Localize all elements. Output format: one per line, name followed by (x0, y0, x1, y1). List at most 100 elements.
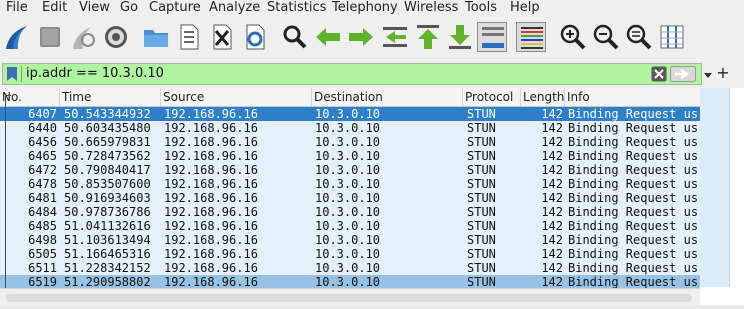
go-back-icon[interactable] (313, 22, 343, 52)
menu-help[interactable]: Help (510, 0, 540, 17)
restart-icon[interactable] (69, 22, 99, 52)
zoom-out-icon[interactable] (591, 22, 621, 52)
cell-protocol: STUN (467, 149, 496, 163)
menu-bar: File Edit View Go Capture Analyze Statis… (0, 0, 744, 17)
menu-capture[interactable]: Capture (149, 0, 201, 17)
menu-edit[interactable]: Edit (42, 0, 67, 17)
cell-time: 50.665979831 (64, 135, 151, 149)
cell-info: Binding Request us (568, 149, 699, 163)
menu-go[interactable]: Go (120, 0, 138, 17)
reload-icon[interactable] (240, 22, 270, 52)
options-gear-icon[interactable] (101, 22, 131, 52)
cell-time: 50.853507600 (64, 177, 151, 191)
cell-length: 142 (541, 205, 563, 219)
column-header-info[interactable]: Info (565, 88, 700, 106)
column-header-length[interactable]: Length (521, 88, 565, 106)
column-header-destination[interactable]: Destination (312, 88, 463, 106)
display-filter-input[interactable]: ip.addr == 10.3.0.10 (2, 63, 702, 85)
cell-source: 192.168.96.16 (164, 107, 258, 121)
menu-view[interactable]: View (79, 0, 110, 17)
shark-fin-icon[interactable] (3, 22, 33, 52)
cell-length: 142 (541, 247, 563, 261)
first-packet-icon[interactable] (413, 22, 443, 52)
file-binary-icon[interactable] (174, 22, 204, 52)
stop-icon[interactable] (35, 22, 65, 52)
cell-source: 192.168.96.16 (164, 121, 258, 135)
packet-row[interactable]: 6498 51.103613494 192.168.96.16 10.3.0.10 ST… (0, 233, 700, 247)
menu-wireless[interactable]: Wireless (404, 0, 458, 17)
packet-minimap[interactable] (700, 88, 730, 287)
packet-row[interactable]: 6478 50.853507600 192.168.96.16 10.3.0.10 ST… (0, 177, 700, 191)
packet-row[interactable]: 6511 51.228342152 192.168.96.16 10.3.0.10 ST… (0, 261, 700, 275)
menu-tools[interactable]: Tools (465, 0, 497, 17)
cell-time: 51.228342152 (64, 261, 151, 275)
apply-filter-icon[interactable] (670, 66, 696, 82)
filter-history-chevron-down-icon[interactable] (703, 69, 713, 78)
cell-source: 192.168.96.16 (164, 219, 258, 233)
packet-row[interactable]: 6465 50.728473562 192.168.96.16 10.3.0.10 ST… (0, 149, 700, 163)
zoom-in-icon[interactable] (558, 22, 588, 52)
packet-row[interactable]: 6472 50.790840417 192.168.96.16 10.3.0.10 ST… (0, 163, 700, 177)
close-file-icon[interactable] (207, 22, 237, 52)
cell-source: 192.168.96.16 (164, 261, 258, 275)
filter-separator (21, 66, 22, 82)
conversation-bracket-icon (5, 95, 11, 290)
packet-row[interactable]: 6484 50.978736786 192.168.96.16 10.3.0.10 ST… (0, 205, 700, 219)
cell-source: 192.168.96.16 (164, 191, 258, 205)
packet-row[interactable]: 6519 51.290958802 192.168.96.16 10.3.0.10 ST… (0, 275, 700, 289)
packet-row[interactable]: 6440 50.603435480 192.168.96.16 10.3.0.10 ST… (0, 121, 700, 135)
bookmark-icon[interactable] (6, 67, 18, 81)
pane-splitter[interactable] (0, 305, 744, 309)
cell-protocol: STUN (467, 205, 496, 219)
packet-row[interactable]: 6485 51.041132616 192.168.96.16 10.3.0.10 ST… (0, 219, 700, 233)
cell-info: Binding Request us (568, 219, 699, 233)
packet-row[interactable]: 6505 51.166465316 192.168.96.16 10.3.0.10 ST… (0, 247, 700, 261)
packet-row[interactable]: 6456 50.665979831 192.168.96.16 10.3.0.10 ST… (0, 135, 700, 149)
cell-time: 51.103613494 (64, 233, 151, 247)
cell-destination: 10.3.0.10 (315, 261, 381, 275)
scrollbar-thumb[interactable] (6, 294, 692, 302)
go-forward-icon[interactable] (346, 22, 376, 52)
cell-source: 192.168.96.16 (164, 247, 258, 261)
zoom-normal-icon[interactable] (624, 22, 654, 52)
last-packet-icon[interactable] (445, 22, 475, 52)
find-icon[interactable] (280, 22, 310, 52)
cell-destination: 10.3.0.10 (315, 135, 381, 149)
colorize-icon[interactable] (516, 22, 546, 52)
open-folder-icon[interactable] (141, 22, 171, 52)
cell-destination: 10.3.0.10 (315, 177, 381, 191)
menu-telephony[interactable]: Telephony (332, 0, 398, 17)
packet-list-header: No. Time Source Destination Protocol Len… (0, 88, 700, 107)
menu-analyze[interactable]: Analyze (209, 0, 260, 17)
cell-protocol: STUN (467, 261, 496, 275)
cell-protocol: STUN (467, 275, 496, 289)
filter-text[interactable]: ip.addr == 10.3.0.10 (26, 65, 164, 83)
cell-time: 50.603435480 (64, 121, 151, 135)
cell-time: 51.041132616 (64, 219, 151, 233)
cell-source: 192.168.96.16 (164, 149, 258, 163)
cell-time: 51.166465316 (64, 247, 151, 261)
clear-filter-icon[interactable] (651, 66, 667, 82)
cell-destination: 10.3.0.10 (315, 163, 381, 177)
column-header-source[interactable]: Source (161, 88, 312, 106)
go-to-packet-icon[interactable] (380, 22, 410, 52)
column-header-protocol[interactable]: Protocol (463, 88, 521, 106)
menu-file[interactable]: File (6, 0, 28, 17)
packet-row[interactable]: 6407 50.543344932 192.168.96.16 10.3.0.10 ST… (0, 107, 700, 121)
cell-length: 142 (541, 149, 563, 163)
cell-info: Binding Request us (568, 233, 699, 247)
add-filter-button-plus-icon[interactable]: + (716, 63, 730, 83)
cell-source: 192.168.96.16 (164, 177, 258, 191)
cell-destination: 10.3.0.10 (315, 191, 381, 205)
cell-info: Binding Request us (568, 177, 699, 191)
main-toolbar (0, 17, 744, 60)
column-header-time[interactable]: Time (60, 88, 161, 106)
packet-row[interactable]: 6481 50.916934603 192.168.96.16 10.3.0.10 ST… (0, 191, 700, 205)
autoscroll-icon[interactable] (477, 22, 507, 52)
resize-columns-icon[interactable] (657, 22, 687, 52)
menu-statistics[interactable]: Statistics (267, 0, 326, 17)
cell-info: Binding Request us (568, 261, 699, 275)
cell-source: 192.168.96.16 (164, 233, 258, 247)
cell-info: Binding Request us (568, 135, 699, 149)
cell-protocol: STUN (467, 121, 496, 135)
